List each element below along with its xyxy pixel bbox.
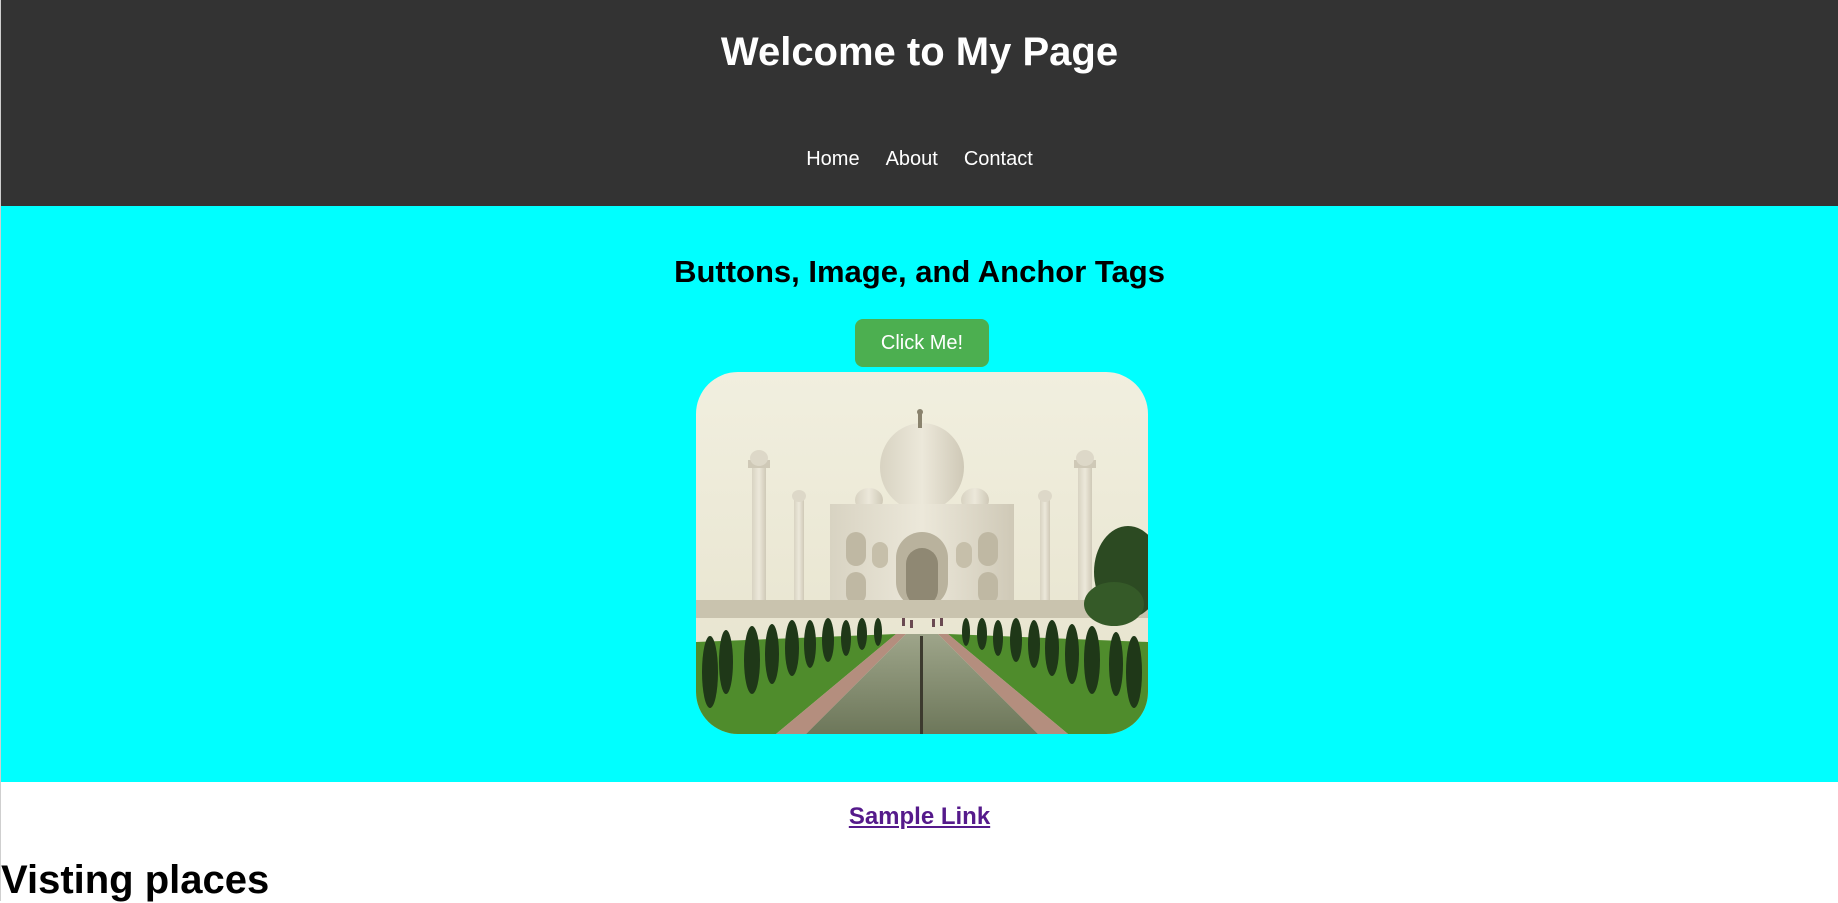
page-title: Welcome to My Page (720, 30, 1119, 74)
nav-home-link[interactable]: Home (806, 148, 859, 171)
sample-link[interactable]: Sample Link (849, 803, 990, 830)
taj-mahal-image (696, 372, 1148, 734)
hero-heading: Buttons, Image, and Anchor Tags (674, 254, 1165, 289)
main-nav: Home About Contact (1, 148, 1838, 171)
nav-contact-link[interactable]: Contact (964, 148, 1033, 171)
hero-section: Buttons, Image, and Anchor Tags Click Me… (1, 206, 1838, 782)
click-me-button[interactable]: Click Me! (855, 319, 989, 367)
site-header: Welcome to My Page Home About Contact (1, 0, 1838, 206)
sample-link-row: Sample Link (1, 803, 1838, 831)
nav-about-link[interactable]: About (886, 148, 938, 171)
section-heading-visiting-places: Visting places (1, 858, 270, 902)
